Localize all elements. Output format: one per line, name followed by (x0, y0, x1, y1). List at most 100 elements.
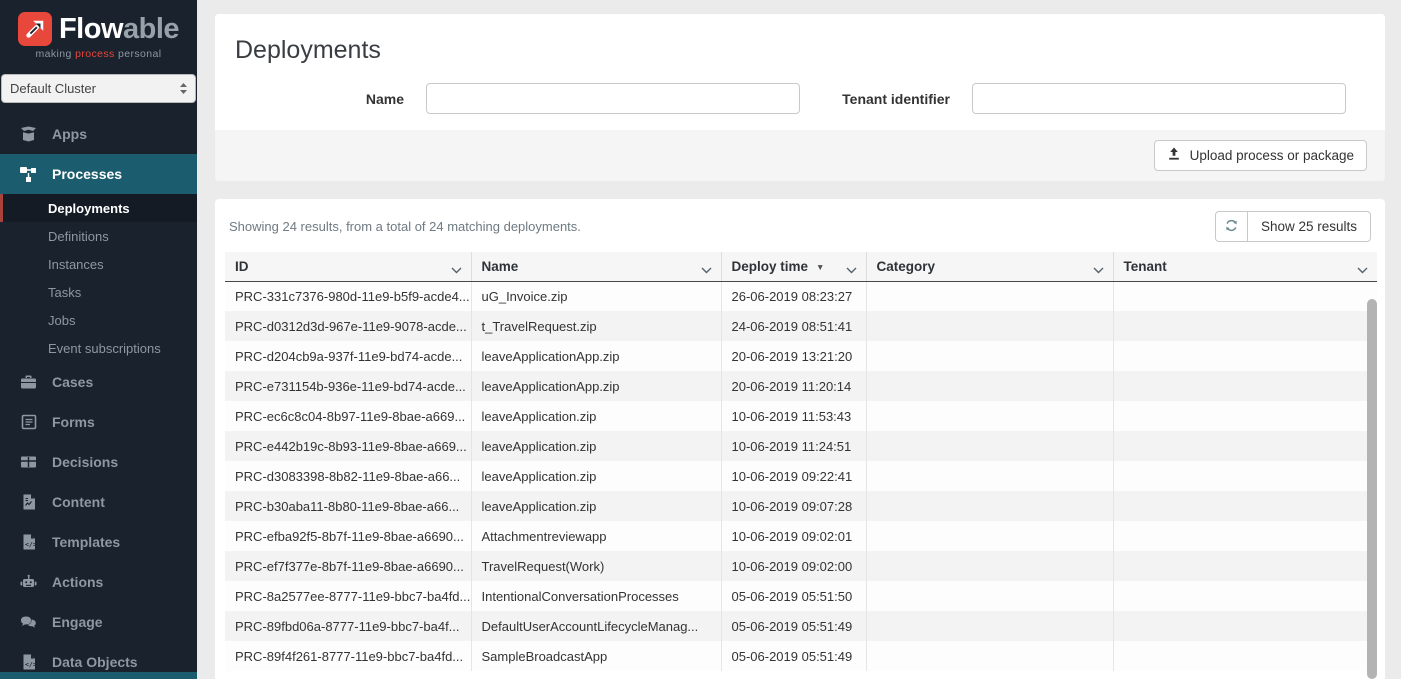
name-input[interactable] (426, 83, 800, 114)
cell-category (866, 401, 1114, 431)
table-row[interactable]: PRC-331c7376-980d-11e9-b5f9-acde4... uG_… (225, 281, 1377, 311)
cell-category (866, 521, 1114, 551)
table-row[interactable]: PRC-e442b19c-8b93-11e9-8bae-a669... leav… (225, 431, 1377, 461)
table-row[interactable]: PRC-89f4f261-8777-11e9-bbc7-ba4fd... Sam… (225, 641, 1377, 671)
cell-deploy-time: 05-06-2019 05:51:49 (721, 641, 867, 671)
cell-deploy-time: 05-06-2019 05:51:50 (721, 581, 867, 611)
cell-category (866, 461, 1114, 491)
sidebar-partial-item (0, 672, 197, 679)
sidebar-nav: Apps Processes Deployments Definitions I… (0, 114, 197, 679)
column-header-tenant[interactable]: Tenant (1113, 252, 1377, 282)
sidebar-item-label: Engage (52, 614, 103, 630)
sidebar-item-apps[interactable]: Apps (0, 114, 197, 154)
name-filter-field: Name (235, 83, 800, 114)
chevron-down-icon[interactable] (1357, 262, 1368, 277)
cell-name: DefaultUserAccountLifecycleManag... (471, 611, 722, 641)
sidebar-item-deployments[interactable]: Deployments (0, 194, 197, 222)
sidebar-item-jobs[interactable]: Jobs (0, 306, 197, 334)
cell-tenant (1113, 611, 1377, 641)
cell-deploy-time: 05-06-2019 05:51:49 (721, 611, 867, 641)
tenant-identifier-input[interactable] (972, 83, 1346, 114)
sidebar-item-templates[interactable]: </> Templates (0, 522, 197, 562)
cell-id: PRC-89fbd06a-8777-11e9-bbc7-ba4f... (225, 611, 472, 641)
chat-bubbles-icon (20, 614, 37, 630)
cell-tenant (1113, 281, 1377, 311)
name-label: Name (365, 90, 404, 107)
filter-card-footer: Upload process or package (215, 130, 1385, 181)
brand-wordmark: Flowable (58, 12, 180, 45)
chevron-down-icon[interactable] (846, 262, 857, 277)
cell-name: IntentionalConversationProcesses (471, 581, 722, 611)
column-header-category[interactable]: Category (866, 252, 1114, 282)
table-row[interactable]: PRC-89fbd06a-8777-11e9-bbc7-ba4f... Defa… (225, 611, 1377, 641)
svg-text:</>: </> (25, 541, 36, 549)
table-row[interactable]: PRC-e731154b-936e-11e9-bd74-acde... leav… (225, 371, 1377, 401)
cell-tenant (1113, 521, 1377, 551)
cell-category (866, 371, 1114, 401)
table-row[interactable]: PRC-d3083398-8b82-11e9-8bae-a66... leave… (225, 461, 1377, 491)
refresh-button[interactable] (1214, 211, 1248, 242)
sidebar: Flowable making process personal Default… (0, 0, 197, 679)
show-results-button[interactable]: Show 25 results (1246, 211, 1371, 242)
sidebar-item-cases[interactable]: Cases (0, 362, 197, 402)
table-row[interactable]: PRC-8a2577ee-8777-11e9-bbc7-ba4fd... Int… (225, 581, 1377, 611)
cell-name: SampleBroadcastApp (471, 641, 722, 671)
table-row[interactable]: PRC-d0312d3d-967e-11e9-9078-acde... t_Tr… (225, 311, 1377, 341)
cell-name: leaveApplication.zip (471, 401, 722, 431)
column-header-id[interactable]: ID (225, 252, 472, 282)
cell-tenant (1113, 461, 1377, 491)
table-row[interactable]: PRC-efba92f5-8b7f-11e9-8bae-a6690... Att… (225, 521, 1377, 551)
cell-name: leaveApplication.zip (471, 431, 722, 461)
cell-id: PRC-d3083398-8b82-11e9-8bae-a66... (225, 461, 472, 491)
chevron-down-icon[interactable] (1093, 262, 1104, 277)
cluster-select[interactable]: Default Cluster (1, 74, 196, 103)
sidebar-item-label: Forms (52, 414, 95, 430)
document-chart-icon (20, 494, 37, 510)
column-header-deploy-time[interactable]: Deploy time ▼ (721, 252, 867, 282)
svg-text:</>: </> (25, 661, 36, 669)
cell-deploy-time: 10-06-2019 09:07:28 (721, 491, 867, 521)
cell-id: PRC-efba92f5-8b7f-11e9-8bae-a6690... (225, 521, 472, 551)
sidebar-item-tasks[interactable]: Tasks (0, 278, 197, 306)
sidebar-item-engage[interactable]: Engage (0, 602, 197, 642)
sidebar-item-label: Templates (52, 534, 121, 550)
sidebar-item-actions[interactable]: Actions (0, 562, 197, 602)
chevron-down-icon[interactable] (451, 262, 462, 277)
chevron-down-icon[interactable] (701, 262, 712, 277)
tenant-filter-field: Tenant identifier (800, 83, 1365, 114)
sidebar-item-event-subscriptions[interactable]: Event subscriptions (0, 334, 197, 362)
cell-tenant (1113, 371, 1377, 401)
sidebar-item-definitions[interactable]: Definitions (0, 222, 197, 250)
table-row[interactable]: PRC-ec6c8c04-8b97-11e9-8bae-a669... leav… (225, 401, 1377, 431)
cell-deploy-time: 10-06-2019 09:02:01 (721, 521, 867, 551)
decision-table-icon (20, 454, 37, 470)
table-row[interactable]: PRC-b30aba11-8b80-11e9-8bae-a66... leave… (225, 491, 1377, 521)
cell-deploy-time: 10-06-2019 11:24:51 (721, 431, 867, 461)
sidebar-item-label: Cases (52, 374, 94, 390)
code-document-icon: </> (20, 534, 37, 550)
column-header-name[interactable]: Name (471, 252, 722, 282)
cell-category (866, 581, 1114, 611)
table-body: PRC-331c7376-980d-11e9-b5f9-acde4... uG_… (225, 281, 1377, 671)
cluster-selector: Default Cluster (1, 74, 196, 103)
cell-name: leaveApplicationApp.zip (471, 371, 722, 401)
sidebar-item-processes[interactable]: Processes (0, 154, 197, 194)
sidebar-item-instances[interactable]: Instances (0, 250, 197, 278)
upload-button-label: Upload process or package (1189, 148, 1354, 163)
cell-tenant (1113, 431, 1377, 461)
table-row[interactable]: PRC-ef7f377e-8b7f-11e9-8bae-a6690... Tra… (225, 551, 1377, 581)
sidebar-item-decisions[interactable]: Decisions (0, 442, 197, 482)
table-row[interactable]: PRC-d204cb9a-937f-11e9-bd74-acde... leav… (225, 341, 1377, 371)
sidebar-item-label: Actions (52, 574, 104, 590)
cell-tenant (1113, 551, 1377, 581)
cell-tenant (1113, 491, 1377, 521)
upload-process-button[interactable]: Upload process or package (1153, 140, 1367, 171)
deployments-results-card: Showing 24 results, from a total of 24 m… (215, 199, 1385, 679)
cell-deploy-time: 20-06-2019 11:20:14 (721, 371, 867, 401)
cell-id: PRC-e731154b-936e-11e9-bd74-acde... (225, 371, 472, 401)
processes-icon (20, 166, 37, 182)
sidebar-item-forms[interactable]: Forms (0, 402, 197, 442)
flowable-logo: Flowable making process personal (0, 0, 197, 66)
sidebar-item-content[interactable]: Content (0, 482, 197, 522)
table-scrollbar-thumb[interactable] (1367, 299, 1377, 679)
